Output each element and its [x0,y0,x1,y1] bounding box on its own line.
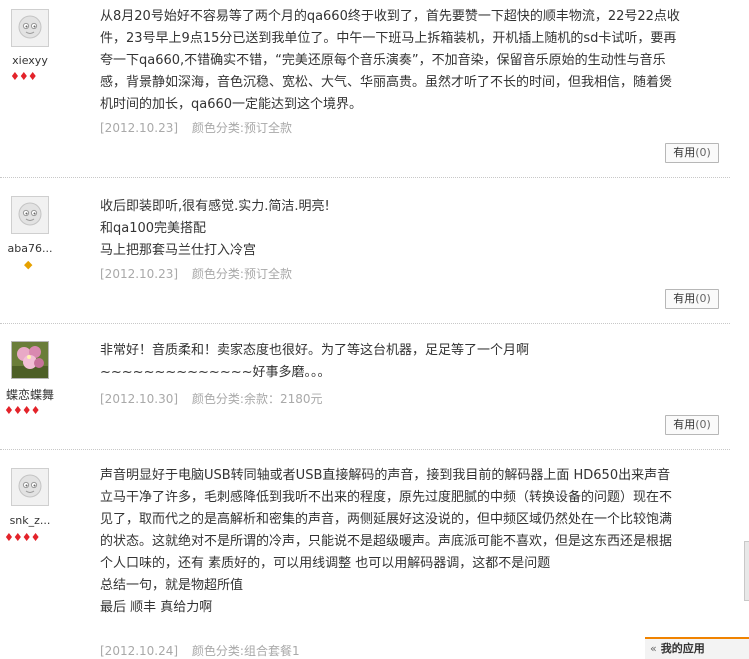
username[interactable]: snk_z... [0,514,60,527]
yellow-diamond-icon: ◆ [24,258,33,271]
my-apps-bar[interactable]: « 我的应用 [645,637,749,659]
flower-avatar-icon [12,342,48,378]
review-date: [2012.10.23] [100,121,179,135]
review-text: 声音明显好于电脑USB转同轴或者USB直接解码的声音，接到我目前的解码器上面 H… [100,468,673,615]
avatar[interactable] [11,9,49,47]
avatar[interactable] [11,196,49,234]
username[interactable]: xiexyy [0,54,60,67]
default-avatar-icon [12,10,48,46]
sku-info: 颜色分类:余款：2180元 [191,392,323,406]
useful-button[interactable]: 有用(0) [665,289,719,309]
useful-count: (0) [695,418,711,431]
username[interactable]: aba76... [0,242,60,255]
my-apps-label[interactable]: 我的应用 [661,642,705,655]
useful-button[interactable]: 有用(0) [665,143,719,163]
review-date: [2012.10.24] [100,644,179,658]
buyer-level-badge: ◆ [24,258,33,271]
username[interactable]: 蝶恋蝶舞 [0,386,60,403]
review-item: aba76... ◆ 收后即装即听,很有感觉.实力.简洁.明亮! 和qa100完… [0,178,730,324]
sku-info: 颜色分类:组合套餐1 [191,644,300,658]
default-avatar-icon [12,469,48,505]
review-text: 收后即装即听,很有感觉.实力.简洁.明亮! 和qa100完美搭配 马上把那套马兰… [100,199,330,258]
avatar[interactable] [11,468,49,506]
useful-button[interactable]: 有用(0) [665,415,719,435]
buyer-level-badge: ♦♦♦ [10,70,38,83]
default-avatar-icon [12,197,48,233]
sku-info: 颜色分类:预订全款 [191,121,292,135]
red-heart-icon: ♦♦♦♦ [4,404,40,417]
avatar[interactable] [11,341,49,379]
buyer-level-badge: ♦♦♦♦ [4,531,40,544]
collapse-arrow-icon[interactable]: « [650,639,657,659]
side-float-tab[interactable] [744,541,749,601]
useful-label: 有用 [673,146,696,159]
review-item: 蝶恋蝶舞 ♦♦♦♦ 非常好！音质柔和！卖家态度也很好。为了等这台机器，足足等了一… [0,324,730,450]
useful-count: (0) [695,292,711,305]
useful-count: (0) [695,146,711,159]
sku-info: 颜色分类:预订全款 [191,267,292,281]
red-heart-icon: ♦♦♦ [10,70,38,83]
review-meta: [2012.10.23] 颜色分类:预订全款 [100,119,292,136]
review-text: 从8月20号始好不容易等了两个月的qa660终于收到了，首先要赞一下超快的顺丰物… [100,9,680,112]
buyer-level-badge: ♦♦♦♦ [4,404,40,417]
review-item: snk_z... ♦♦♦♦ 声音明显好于电脑USB转同轴或者USB直接解码的声音… [0,450,730,659]
review-date: [2012.10.30] [100,392,179,406]
useful-label: 有用 [673,292,696,305]
review-meta: [2012.10.24] 颜色分类:组合套餐1 [100,642,300,659]
review-text: 非常好！音质柔和！卖家态度也很好。为了等这台机器，足足等了一个月啊~~~~~~~… [100,343,530,380]
review-meta: [2012.10.23] 颜色分类:预订全款 [100,265,292,282]
red-heart-icon: ♦♦♦♦ [4,531,40,544]
review-item: xiexyy ♦♦♦ 从8月20号始好不容易等了两个月的qa660终于收到了，首… [0,0,730,178]
useful-label: 有用 [673,418,696,431]
review-date: [2012.10.23] [100,267,179,281]
review-meta: [2012.10.30] 颜色分类:余款：2180元 [100,390,323,407]
